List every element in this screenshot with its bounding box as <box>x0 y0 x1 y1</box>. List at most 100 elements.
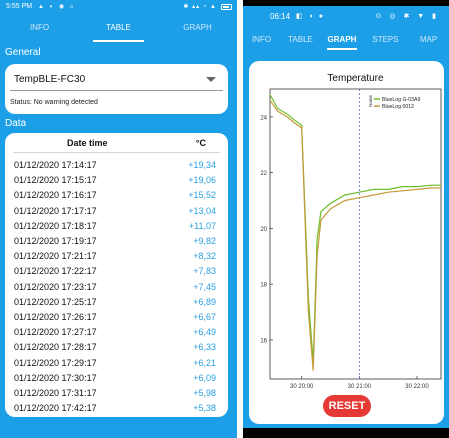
legend-label: BlueLog 0012 <box>382 104 414 110</box>
tab-table[interactable]: TABLE <box>79 14 158 42</box>
y-tick-label: 16 <box>260 338 267 344</box>
row-datetime: 01/12/2020 17:21:17 <box>14 251 97 262</box>
row-temperature: +7,83 <box>193 266 216 277</box>
data-section-label: Data <box>5 118 27 129</box>
table-row: 01/12/2020 17:17:17 +13,04 <box>5 203 228 218</box>
row-temperature: +19,34 <box>188 160 216 170</box>
row-temperature: +13,04 <box>188 205 216 216</box>
row-datetime: 01/12/2020 17:18:17 <box>14 220 97 231</box>
notification-icons: ▲ ◐ ◉ ⌂ <box>38 4 76 10</box>
row-datetime: 01/12/2020 17:42:17 <box>14 403 97 414</box>
table-row: 01/12/2020 17:29:17 +6,21 <box>5 355 228 370</box>
row-temperature: +19,06 <box>188 175 216 186</box>
general-card: TempBLE-FC30 Status: No warning detected <box>5 64 228 114</box>
tab-steps[interactable]: STEPS <box>363 26 408 54</box>
status-time: 5:55 PM <box>6 3 33 10</box>
table-row: 01/12/2020 17:21:17 +8,32 <box>5 248 228 263</box>
row-datetime: 01/12/2020 17:16:17 <box>14 190 97 201</box>
tab-info[interactable]: INFO <box>243 26 280 54</box>
y-tick-label: 22 <box>260 171 267 177</box>
left-phone-screen: 5:55 PM ▲ ◐ ◉ ⌂ ✱ ▴▴ ◔ ▲ INFO TABLE GRAP… <box>0 0 237 438</box>
row-datetime: 01/12/2020 17:28:17 <box>14 342 97 353</box>
status-bar-left: 5:55 PM ▲ ◐ ◉ ⌂ ✱ ▴▴ ◔ ▲ <box>0 0 237 14</box>
row-datetime: 01/12/2020 17:23:17 <box>14 281 97 292</box>
general-section-label: General <box>5 47 41 58</box>
row-temperature: +6,09 <box>193 372 216 383</box>
row-temperature: +6,49 <box>193 327 216 338</box>
x-tick-label: 30 21:00 <box>348 384 372 390</box>
right-phone-screen: 06:14 ◧ ◑ ● ⊙ ◎ ✱ ▼ ▮ INFO TABLE GRAPH S… <box>243 0 449 438</box>
table-row: 01/12/2020 17:15:17 +19,06 <box>5 172 228 187</box>
graph-card: Temperature 16 18 20 22 24 30 20:00 30 21:00 30 … <box>249 61 444 424</box>
device-status: Status: No warning detected <box>10 99 98 106</box>
table-row: 01/12/2020 17:25:17 +6,89 <box>5 294 228 309</box>
row-datetime: 01/12/2020 17:17:17 <box>14 205 97 216</box>
temperature-chart[interactable]: Temperature 16 18 20 22 24 30 20:00 30 21:00 30 … <box>249 61 444 424</box>
x-tick-label: 30 22:00 <box>405 384 429 390</box>
table-row: 01/12/2020 17:26:17 +6,67 <box>5 309 228 324</box>
y-tick-label: 20 <box>260 227 267 233</box>
column-header-celsius: °C <box>195 138 206 148</box>
row-temperature: +5,38 <box>193 403 216 414</box>
row-datetime: 01/12/2020 17:22:17 <box>14 266 97 277</box>
status-bar-right: 06:14 ◧ ◑ ● ⊙ ◎ ✱ ▼ ▮ <box>243 6 449 26</box>
system-icons: ✱ ▴▴ ◔ ▲ <box>183 4 217 10</box>
row-datetime: 01/12/2020 17:19:17 <box>14 236 97 246</box>
row-temperature: +6,89 <box>193 296 216 307</box>
tab-table[interactable]: TABLE <box>280 26 321 54</box>
row-temperature: +8,32 <box>193 251 216 262</box>
table-row: 01/12/2020 17:42:17 +5,38 <box>5 400 228 415</box>
x-tick-label: 30 20:00 <box>290 384 314 390</box>
table-row: 01/12/2020 17:14:17 +19,34 <box>5 157 228 172</box>
system-icons: ⊙ ◎ ✱ ▼ ▮ <box>375 13 439 20</box>
table-row: 01/12/2020 17:22:17 +7,83 <box>5 263 228 278</box>
row-datetime: 01/12/2020 17:25:17 <box>14 296 97 307</box>
legend-label: BlueLog G-03A9 <box>382 97 420 103</box>
series-line-1 <box>269 99 441 371</box>
row-temperature: +15,52 <box>188 190 216 201</box>
row-datetime: 01/12/2020 17:15:17 <box>14 175 97 186</box>
row-temperature: +6,21 <box>193 357 216 368</box>
tab-bar: INFO TABLE GRAPH STEPS MAP <box>243 26 449 54</box>
row-datetime: 01/12/2020 17:30:17 <box>14 372 97 383</box>
table-row: 01/12/2020 17:27:17 +6,49 <box>5 324 228 339</box>
header-divider <box>13 152 220 153</box>
plot-frame <box>269 88 442 380</box>
row-datetime: 01/12/2020 17:29:17 <box>14 357 97 368</box>
chart-title: Temperature <box>327 73 384 84</box>
table-row: 01/12/2020 17:18:17 +11,07 <box>5 218 228 233</box>
table-row: 01/12/2020 17:28:17 +6,33 <box>5 339 228 354</box>
table-row: 01/12/2020 17:23:17 +7,45 <box>5 279 228 294</box>
y-tick-label: 24 <box>260 115 267 121</box>
table-row: 01/12/2020 17:31:17 +5,98 <box>5 385 228 400</box>
dropdown-arrow-icon <box>206 77 216 82</box>
series-line-0 <box>269 94 441 363</box>
device-select-value: TempBLE-FC30 <box>14 74 86 85</box>
tab-graph[interactable]: GRAPH <box>321 26 363 54</box>
data-card: Date time °C 01/12/2020 17:14:17 +19,34 01… <box>5 133 228 417</box>
legend-title: Name <box>368 94 373 107</box>
tab-graph[interactable]: GRAPH <box>158 14 237 42</box>
device-select[interactable]: TempBLE-FC30 <box>10 69 223 91</box>
navigation-bar <box>0 422 237 438</box>
row-datetime: 01/12/2020 17:31:17 <box>14 388 97 398</box>
row-datetime: 01/12/2020 17:27:17 <box>14 327 97 338</box>
tab-info[interactable]: INFO <box>0 14 79 42</box>
table-row: 01/12/2020 17:30:17 +6,09 <box>5 370 228 385</box>
row-temperature: +6,67 <box>193 312 216 322</box>
row-temperature: +5,98 <box>193 388 216 398</box>
table-row: 01/12/2020 17:16:17 +15,52 <box>5 187 228 202</box>
status-time: 06:14 <box>270 12 291 21</box>
table-row: 01/12/2020 17:19:17 +9,82 <box>5 233 228 248</box>
row-datetime: 01/12/2020 17:26:17 <box>14 312 97 322</box>
row-temperature: +11,07 <box>188 220 216 231</box>
notification-icons: ◧ ◑ ● <box>296 13 325 20</box>
row-temperature: +7,45 <box>193 281 216 292</box>
battery-icon <box>221 4 232 10</box>
tab-bar: INFO TABLE GRAPH <box>0 14 237 42</box>
row-temperature: +6,33 <box>193 342 216 353</box>
reset-button[interactable]: RESET <box>323 395 371 417</box>
tab-map[interactable]: MAP <box>408 26 449 54</box>
y-tick-label: 18 <box>260 283 267 289</box>
row-datetime: 01/12/2020 17:14:17 <box>14 160 97 170</box>
